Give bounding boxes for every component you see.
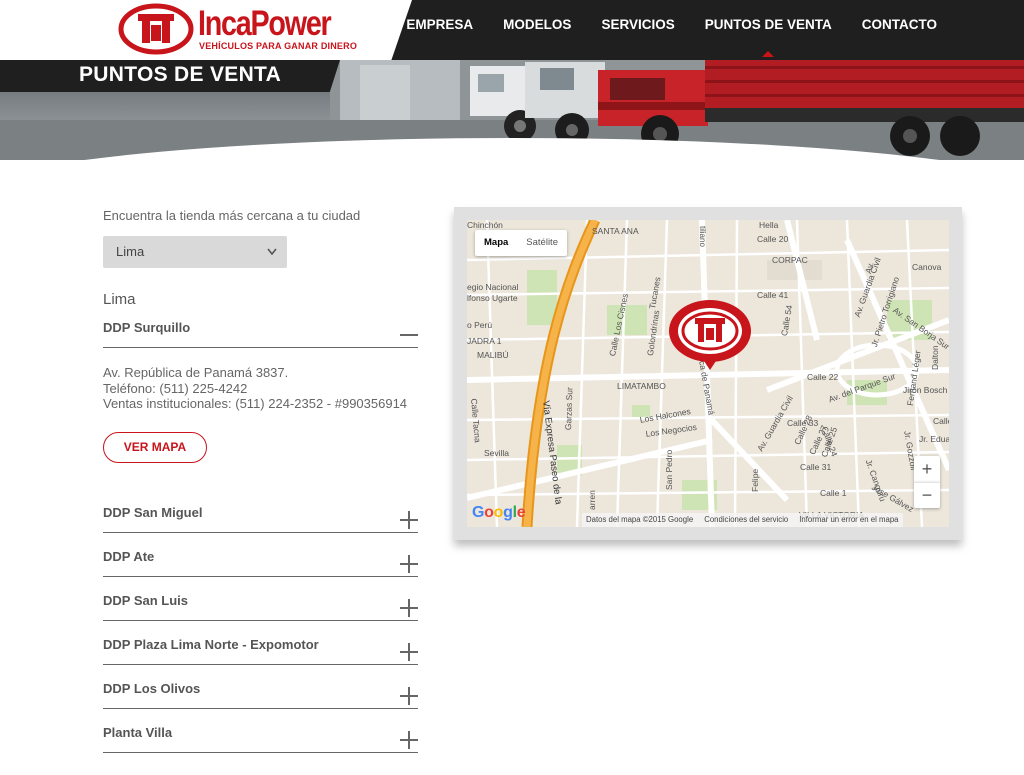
- map-label: Calle: [933, 416, 949, 426]
- map-label: Calle 22: [807, 372, 839, 382]
- map-label: Canova: [912, 262, 942, 272]
- store-name: Planta Villa: [103, 725, 173, 740]
- expand-plus-icon[interactable]: [400, 599, 418, 617]
- map-label: Jirón Bosch: [903, 385, 948, 395]
- expand-plus-icon[interactable]: [400, 731, 418, 749]
- map-label: Dalton: [930, 345, 940, 370]
- map-terms-link[interactable]: Condiciones del servicio: [704, 513, 788, 527]
- store-name: DDP Surquillo: [103, 320, 191, 335]
- store-name: DDP San Luis: [103, 593, 189, 608]
- chevron-down-icon: [267, 236, 277, 281]
- map-label: JADRA 1: [467, 336, 502, 346]
- brand-tagline: VEHÍCULOS PARA GANAR DINERO: [199, 41, 358, 52]
- map-label: MALIBÚ: [477, 350, 509, 360]
- incapower-logo-icon[interactable]: [118, 3, 194, 60]
- store-name: DDP Ate: [103, 549, 155, 564]
- map-attribution: Datos del mapa ©2015 Google Condiciones …: [582, 513, 903, 527]
- map-report-link[interactable]: Informar un error en el mapa: [799, 513, 898, 527]
- map-label: Calle 31: [800, 462, 832, 472]
- expand-plus-icon[interactable]: [400, 511, 418, 529]
- city-heading: Lima: [103, 291, 136, 308]
- store-item-ddp-surquillo[interactable]: DDP Surquillo: [103, 320, 418, 348]
- locator-intro: Encuentra la tienda más cercana a tu ciu…: [103, 208, 361, 223]
- google-logo[interactable]: Google: [472, 504, 526, 522]
- store-sales-phone: Ventas institucionales: (511) 224-2352 -…: [103, 396, 408, 411]
- map-label: San Pedro: [664, 449, 674, 490]
- city-select[interactable]: Lima: [103, 236, 287, 268]
- map-data-credit: Datos del mapa ©2015 Google: [586, 515, 694, 524]
- map-label: LIMATAMBO: [617, 381, 666, 391]
- map-label: Felipe: [750, 468, 760, 492]
- map-label: lfonso Ugarte: [467, 293, 518, 303]
- expand-plus-icon[interactable]: [400, 687, 418, 705]
- map-label: Chinchón: [467, 220, 503, 230]
- store-name: DDP Plaza Lima Norte - Expomotor: [103, 637, 319, 652]
- map-label: Garzas Sur: [563, 387, 575, 431]
- map-type-satellite-button[interactable]: Satélite: [517, 230, 567, 256]
- store-name: DDP San Miguel: [103, 505, 203, 520]
- view-map-button[interactable]: VER MAPA: [103, 432, 207, 463]
- brand-name[interactable]: IncaPower: [198, 6, 332, 42]
- site-header: IncaPower VEHÍCULOS PARA GANAR DINERO EM…: [0, 0, 1024, 60]
- store-item-ddp-plaza-lima-norte[interactable]: DDP Plaza Lima Norte - Expomotor: [103, 637, 418, 665]
- main-nav: EMPRESA MODELOS SERVICIOS PUNTOS DE VENT…: [391, 0, 952, 60]
- nav-item-modelos[interactable]: MODELOS: [488, 0, 586, 60]
- map-type-control: Mapa Satélite: [475, 230, 567, 256]
- store-item-ddp-ate[interactable]: DDP Ate: [103, 549, 418, 577]
- map-label: Calle 20: [757, 234, 789, 244]
- store-item-ddp-san-miguel[interactable]: DDP San Miguel: [103, 505, 418, 533]
- nav-item-servicios[interactable]: SERVICIOS: [586, 0, 689, 60]
- map-label: SANTA ANA: [592, 226, 639, 236]
- map-label: o Perú: [467, 320, 493, 330]
- map-label: CORPAC: [772, 255, 808, 265]
- map-label: Hella: [759, 220, 779, 230]
- expand-plus-icon[interactable]: [400, 643, 418, 661]
- store-item-ddp-san-luis[interactable]: DDP San Luis: [103, 593, 418, 621]
- store-location-pin-icon[interactable]: [667, 298, 753, 375]
- collapse-minus-icon[interactable]: [400, 326, 418, 344]
- map-label: Calle 1: [820, 488, 847, 498]
- map-label: egio Nacional: [467, 282, 519, 292]
- store-map[interactable]: Chinchón SANTA ANA tiliano Hella Calle 2…: [467, 220, 949, 527]
- expand-plus-icon[interactable]: [400, 555, 418, 573]
- map-type-map-button[interactable]: Mapa: [475, 230, 517, 256]
- store-address: Av. República de Panamá 3837.: [103, 365, 289, 380]
- store-item-planta-villa[interactable]: Planta Villa: [103, 725, 418, 753]
- page-title: PUNTOS DE VENTA: [79, 63, 282, 86]
- store-name: DDP Los Olivos: [103, 681, 201, 696]
- zoom-out-button[interactable]: −: [914, 482, 940, 508]
- map-label: Sevilla: [484, 448, 510, 458]
- store-item-ddp-los-olivos[interactable]: DDP Los Olivos: [103, 681, 418, 709]
- zoom-in-button[interactable]: +: [914, 456, 940, 482]
- map-label: arren: [587, 490, 597, 510]
- store-detail: Av. República de Panamá 3837. Teléfono: …: [103, 365, 407, 412]
- map-label: Calle 41: [757, 290, 789, 300]
- map-label: tiliano: [698, 226, 707, 247]
- nav-item-puntos-de-venta[interactable]: PUNTOS DE VENTA: [690, 0, 847, 60]
- map-label: Jr. Edua: [919, 434, 949, 444]
- store-phone: Teléfono: (511) 225-4242: [103, 380, 248, 396]
- nav-item-empresa[interactable]: EMPRESA: [391, 0, 488, 60]
- nav-item-contacto[interactable]: CONTACTO: [847, 0, 952, 60]
- city-select-value: Lima: [116, 244, 145, 259]
